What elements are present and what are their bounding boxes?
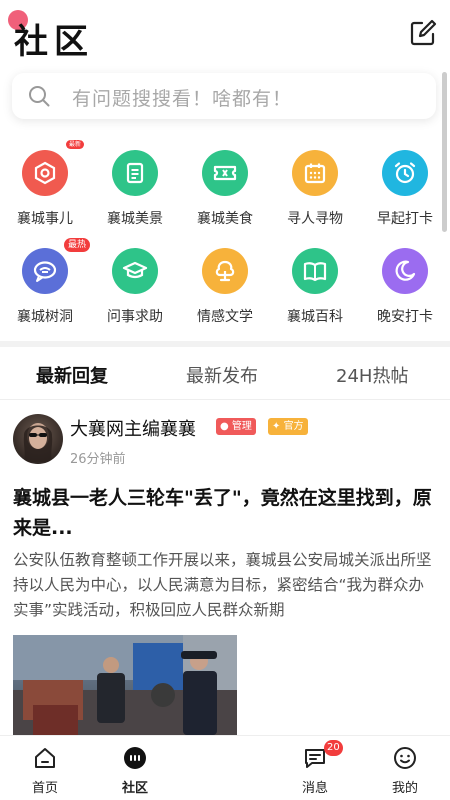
post-image[interactable] (13, 635, 237, 735)
category-label: 襄城美食 (197, 211, 253, 227)
tab-community-label: 社区 (121, 781, 148, 796)
tab-messages-label: 消息 (301, 781, 328, 796)
tab-home-label: 首页 (31, 781, 58, 796)
official-tag-label: 官方 (283, 421, 304, 432)
official-icon: ✦ (272, 421, 284, 432)
admin-tag-label: 管理 (231, 421, 252, 432)
user-icon: ● (220, 421, 232, 432)
post-title[interactable]: 襄城县一老人三轮车"丢了"，竟然在这里找到，原来是... (13, 483, 437, 543)
tab-latest-reply[interactable]: 最新回复 (36, 362, 108, 388)
category-label: 问事求助 (107, 309, 163, 325)
category-item[interactable]: 寻人寻物 (270, 146, 360, 236)
category-label: 襄城美景 (107, 211, 163, 227)
hot-badge: 最热 (64, 238, 90, 252)
category-label: 早起打卡 (377, 211, 433, 227)
search-placeholder: 有问题搜搜看！啥都有！ (72, 88, 293, 110)
ticket-icon (202, 150, 248, 196)
graduation-cap-icon (112, 248, 158, 294)
home-icon (35, 748, 55, 768)
unread-count-badge: 20 (324, 740, 343, 756)
author-name[interactable]: 大襄网主编襄襄 (70, 415, 196, 441)
category-label: 襄城事儿 (17, 211, 73, 227)
category-item[interactable]: 问事求助 (90, 244, 180, 334)
post-excerpt: 公安队伍教育整顿工作开展以来，襄城县公安局城关派出所坚持以人民为中心，以人民满意… (13, 551, 432, 619)
smile-icon (394, 747, 416, 769)
tab-profile-label: 我的 (391, 781, 418, 796)
category-item[interactable]: 情感文学 (180, 244, 270, 334)
tab-home[interactable]: 首页 (0, 736, 90, 800)
search-icon (29, 86, 50, 107)
category-item[interactable]: 最热 襄城树洞 (0, 238, 90, 334)
book-icon (292, 248, 338, 294)
category-item[interactable]: 襄城美食 (180, 146, 270, 236)
alarm-clock-icon (382, 150, 428, 196)
admin-tag: ● 管理 (216, 418, 256, 435)
category-label: 晚安打卡 (377, 309, 433, 325)
tree-icon (202, 248, 248, 294)
section-divider (0, 341, 450, 347)
tab-24h-hot[interactable]: 24H热帖 (336, 362, 408, 388)
category-item[interactable]: 最新 襄城事儿 (0, 140, 90, 236)
tab-profile[interactable]: 我的 (360, 736, 450, 800)
tab-community[interactable]: 社区 (90, 736, 180, 800)
tab-latest-post[interactable]: 最新发布 (186, 362, 258, 388)
community-icon (124, 747, 146, 769)
avatar[interactable] (13, 414, 63, 464)
search-bar[interactable]: 有问题搜搜看！啥都有！ (12, 73, 436, 119)
header: 社区 (0, 0, 450, 66)
moon-icon (382, 248, 428, 294)
category-item[interactable]: 早起打卡 (360, 146, 450, 236)
document-icon (112, 150, 158, 196)
edit-icon[interactable] (408, 18, 438, 48)
chat-bubble-icon (22, 248, 68, 294)
category-item[interactable]: 晚安打卡 (360, 244, 450, 334)
calendar-icon (292, 150, 338, 196)
official-tag: ✦ 官方 (268, 418, 308, 435)
tab-messages[interactable]: 20 消息 (270, 736, 360, 800)
page-title: 社区 (14, 22, 94, 62)
category-item[interactable]: 襄城美景 (90, 146, 180, 236)
bottom-tab-bar: 首页 社区 20 消息 我的 (0, 735, 450, 800)
category-label: 襄城百科 (287, 309, 343, 325)
hot-badge: 最新 (66, 140, 85, 149)
post-time: 26分钟前 (70, 452, 126, 467)
category-label: 情感文学 (197, 309, 253, 325)
category-item[interactable]: 襄城百科 (270, 244, 360, 334)
category-label: 襄城树洞 (17, 309, 73, 325)
category-label: 寻人寻物 (287, 211, 343, 227)
target-icon (22, 150, 68, 196)
feed-tabs: 最新回复 最新发布 24H热帖 (0, 348, 450, 400)
